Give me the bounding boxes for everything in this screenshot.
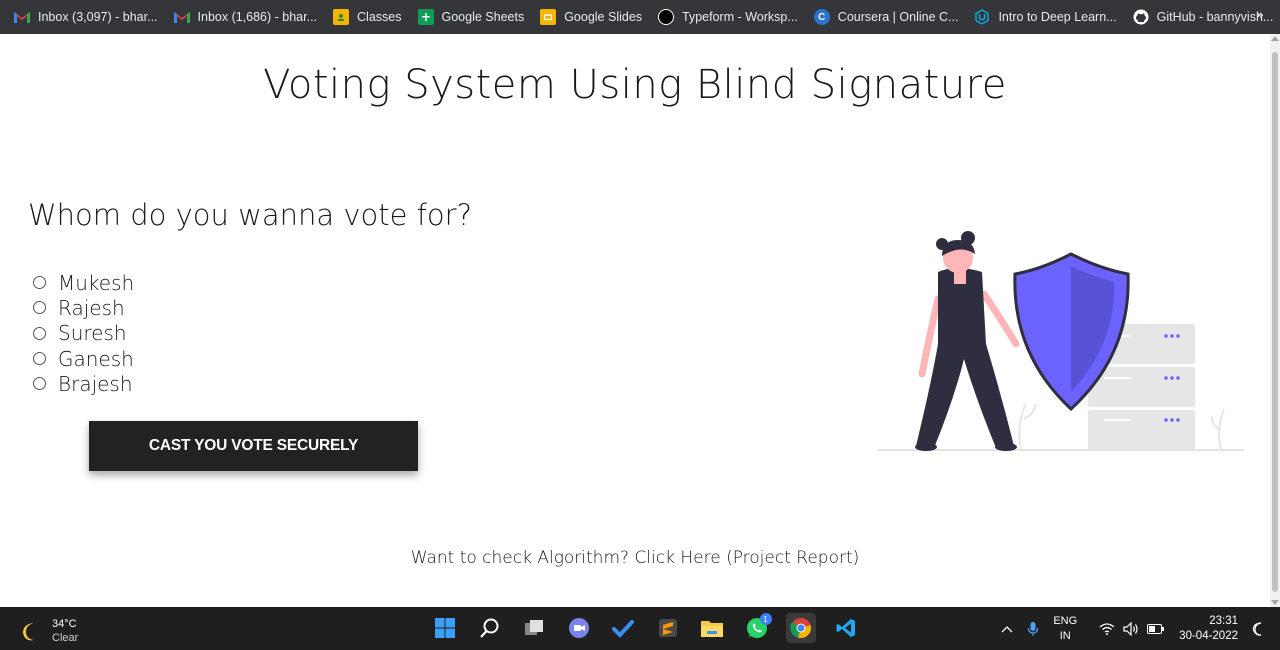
coursera-icon: C	[813, 9, 830, 25]
candidate-option-ganesh[interactable]: Ganesh	[33, 346, 134, 371]
candidate-label: Suresh	[58, 321, 127, 346]
gmail-icon	[14, 9, 30, 25]
cast-vote-button[interactable]: CAST YOU VOTE SECURELY	[89, 421, 418, 471]
candidate-label: Ganesh	[58, 346, 134, 371]
bookmarks-overflow-button[interactable]: »	[1256, 8, 1264, 23]
clock-date: 30-04-2022	[1179, 629, 1238, 642]
bookmark-udacity[interactable]: Intro to Deep Learn...	[974, 0, 1117, 34]
page-content: Voting System Using Blind Signature Whom…	[0, 34, 1270, 607]
weather-desc: Clear	[52, 632, 79, 644]
clock-time: 23:31	[1209, 614, 1238, 627]
bookmark-google-slides[interactable]: Google Slides	[540, 0, 642, 34]
system-tray: ENG IN 23:31 30-04-2022	[1001, 607, 1280, 650]
bookmark-gmail-2[interactable]: Inbox (1,686) - bhar...	[173, 0, 317, 34]
windows-start-icon[interactable]	[430, 613, 460, 643]
volume-icon[interactable]	[1123, 621, 1139, 636]
bookmark-coursera[interactable]: C Coursera | Online C...	[813, 0, 958, 34]
weather-widget[interactable]: 34°C Clear	[20, 617, 78, 645]
candidate-label: Mukesh	[58, 270, 135, 295]
language-indicator[interactable]: ENG IN	[1053, 614, 1077, 644]
google-sheets-icon	[417, 9, 434, 25]
candidate-label: Brajesh	[58, 371, 133, 396]
system-clock[interactable]: 23:31 30-04-2022	[1179, 614, 1238, 644]
udacity-icon	[974, 9, 990, 25]
scroll-down-icon[interactable]	[1271, 600, 1279, 605]
google-classroom-icon	[333, 9, 350, 25]
project-report-link[interactable]: Want to check Algorithm? Click Here (Pro…	[0, 548, 1270, 568]
vscode-icon[interactable]	[831, 613, 861, 643]
notification-badge: 1	[759, 613, 772, 625]
chat-icon[interactable]	[564, 613, 594, 643]
file-explorer-icon[interactable]	[697, 613, 727, 643]
bookmark-github[interactable]: GitHub - bannyvish...	[1133, 0, 1273, 34]
windows-taskbar: 34°C Clear 1 ENG IN 23:31 30-04-2022	[0, 607, 1280, 650]
battery-icon[interactable]	[1147, 623, 1165, 634]
page-title: Voting System Using Blind Signature	[263, 62, 1007, 108]
radio-button[interactable]	[33, 276, 46, 290]
radio-button[interactable]	[33, 326, 46, 340]
whatsapp-icon[interactable]: 1	[742, 613, 772, 643]
notifications-moon-icon[interactable]	[1252, 621, 1266, 636]
bookmark-typeform[interactable]: Typeform - Worksp...	[658, 0, 798, 34]
google-slides-icon	[540, 9, 557, 25]
radio-button[interactable]	[33, 301, 46, 315]
typeform-icon	[658, 9, 675, 25]
github-icon	[1133, 9, 1149, 25]
security-illustration	[878, 231, 1244, 451]
taskbar-apps: 1	[430, 613, 875, 643]
radio-button[interactable]	[33, 352, 46, 366]
candidate-label: Rajesh	[58, 295, 125, 320]
gmail-icon	[173, 9, 190, 25]
scroll-up-icon[interactable]	[1271, 36, 1279, 41]
wifi-icon[interactable]	[1099, 622, 1115, 635]
candidate-option-rajesh[interactable]: Rajesh	[33, 295, 134, 320]
candidate-option-brajesh[interactable]: Brajesh	[33, 371, 134, 396]
task-view-icon[interactable]	[519, 613, 549, 643]
bookmark-google-sheets[interactable]: Google Sheets	[417, 0, 524, 34]
sublime-text-icon[interactable]	[653, 613, 683, 643]
candidate-option-suresh[interactable]: Suresh	[33, 321, 134, 346]
chrome-icon[interactable]	[786, 613, 816, 643]
candidate-options: Mukesh Rajesh Suresh Ganesh Brajesh	[33, 270, 134, 396]
moon-icon	[23, 623, 34, 641]
radio-button[interactable]	[33, 377, 46, 391]
page-scrollbar[interactable]	[1270, 34, 1280, 607]
scrollbar-thumb[interactable]	[1272, 52, 1278, 592]
vote-question: Whom do you wanna vote for?	[28, 198, 472, 232]
bookmark-classes[interactable]: Classes	[333, 0, 402, 34]
show-hidden-icons-chevron-up-icon[interactable]	[1001, 625, 1013, 633]
bookmarks-bar: Inbox (3,097) - bhar... Inbox (1,686) - …	[0, 0, 1280, 34]
candidate-option-mukesh[interactable]: Mukesh	[33, 270, 134, 295]
todo-icon[interactable]	[608, 613, 638, 643]
search-icon[interactable]	[475, 613, 505, 643]
microphone-icon[interactable]	[1027, 621, 1039, 637]
weather-temp: 34°C	[52, 618, 77, 630]
bookmark-gmail-1[interactable]: Inbox (3,097) - bhar...	[14, 0, 158, 34]
